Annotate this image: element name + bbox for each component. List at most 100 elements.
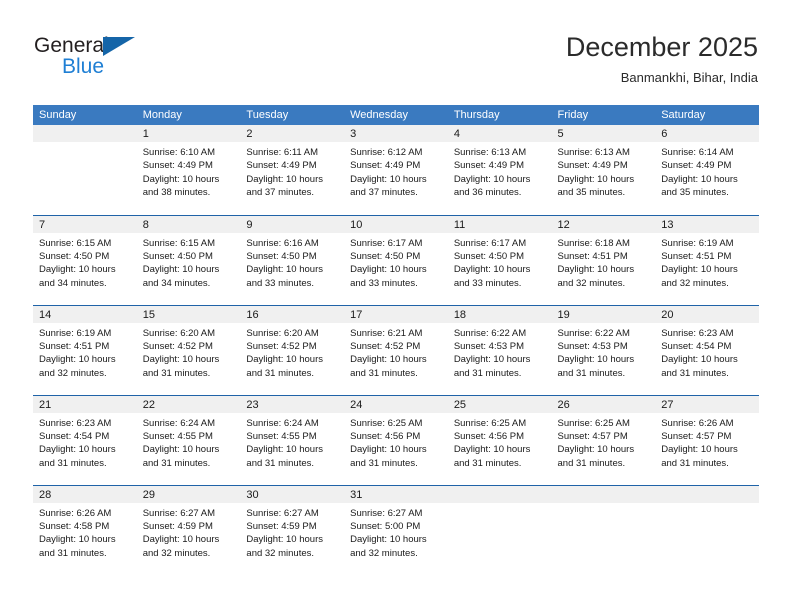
day-sun-info: Sunrise: 6:20 AM Sunset: 4:52 PM Daylight:… [137, 323, 241, 381]
weekday-header-saturday: Saturday [655, 105, 759, 125]
calendar-day-cell[interactable]: 21 Sunrise: 6:23 AM Sunset: 4:54 PM Dayligh… [33, 394, 137, 485]
calendar-day-cell[interactable]: 29 Sunrise: 6:27 AM Sunset: 4:59 PM Dayligh… [136, 484, 241, 575]
sunrise-text: Sunrise: 6:16 AM [246, 237, 319, 249]
daylight-text-line1: Daylight: 10 hours [453, 444, 531, 456]
calendar-day-cell[interactable]: 1 Sunrise: 6:10 AM Sunset: 4:49 PM Daylight… [136, 125, 241, 215]
day-sun-info: Sunrise: 6:27 AM Sunset: 5:00 PM Daylight:… [344, 503, 448, 561]
daylight-text-line2: and 31 minutes. [453, 367, 522, 379]
sunrise-text: Sunrise: 6:24 AM [142, 417, 216, 429]
calendar-week-row: 28 Sunrise: 6:26 AM Sunset: 4:58 PM Dayligh… [33, 484, 759, 575]
calendar-day-cell[interactable]: 14 Sunrise: 6:19 AM Sunset: 4:51 PM Dayligh… [33, 304, 137, 395]
day-number: 16 [240, 305, 345, 323]
weekday-header-row: Sunday Monday Tuesday Wednesday Thursday… [33, 105, 759, 125]
sunset-text: Sunset: 4:53 PM [453, 340, 525, 352]
sunset-text: Sunset: 4:50 PM [453, 250, 525, 262]
day-sun-info: Sunrise: 6:14 AM Sunset: 4:49 PM Daylight:… [655, 142, 759, 200]
sunrise-text: Sunrise: 6:13 AM [453, 147, 527, 158]
calendar-day-cell[interactable]: 25 Sunrise: 6:25 AM Sunset: 4:56 PM Dayligh… [447, 394, 552, 485]
day-sun-info: Sunrise: 6:17 AM Sunset: 4:50 PM Daylight:… [448, 233, 552, 291]
calendar-day-cell-empty [447, 484, 552, 575]
daylight-text-line1: Daylight: 10 hours [142, 173, 220, 185]
calendar-day-cell[interactable]: 17 Sunrise: 6:21 AM Sunset: 4:52 PM Dayligh… [344, 304, 448, 395]
day-number: 25 [447, 395, 552, 413]
sunset-text: Sunset: 4:52 PM [350, 340, 421, 352]
calendar-day-cell[interactable]: 11 Sunrise: 6:17 AM Sunset: 4:50 PM Dayligh… [447, 214, 552, 305]
day-number: 19 [551, 305, 656, 323]
day-sun-info: Sunrise: 6:22 AM Sunset: 4:53 PM Daylight:… [448, 323, 552, 381]
sunrise-text: Sunrise: 6:25 AM [350, 417, 423, 429]
calendar-day-cell[interactable]: 4 Sunrise: 6:13 AM Sunset: 4:49 PM Daylight… [447, 125, 552, 215]
sunset-text: Sunset: 4:49 PM [661, 160, 732, 172]
sunrise-text: Sunrise: 6:18 AM [557, 237, 630, 249]
sunrise-text: Sunrise: 6:23 AM [39, 417, 112, 429]
weekday-header-sunday: Sunday [33, 105, 137, 125]
calendar-day-cell[interactable]: 20 Sunrise: 6:23 AM Sunset: 4:54 PM Dayligh… [655, 304, 759, 395]
daylight-text-line1: Daylight: 10 hours [350, 173, 427, 185]
daylight-text-line1: Daylight: 10 hours [350, 264, 427, 276]
calendar-day-cell-empty [655, 484, 759, 575]
sunset-text: Sunset: 4:57 PM [557, 430, 628, 442]
day-number: 23 [240, 395, 345, 413]
sunrise-text: Sunrise: 6:19 AM [661, 237, 734, 249]
calendar-day-cell[interactable]: 15 Sunrise: 6:20 AM Sunset: 4:52 PM Dayligh… [136, 304, 241, 395]
calendar-day-cell[interactable]: 16 Sunrise: 6:20 AM Sunset: 4:52 PM Dayligh… [240, 304, 345, 395]
calendar-day-cell[interactable]: 24 Sunrise: 6:25 AM Sunset: 4:56 PM Dayligh… [344, 394, 448, 485]
calendar-day-cell[interactable]: 10 Sunrise: 6:17 AM Sunset: 4:50 PM Dayligh… [344, 214, 448, 305]
page-subtitle: Banmankhi, Bihar, India [620, 70, 758, 85]
calendar-day-cell[interactable]: 5 Sunrise: 6:13 AM Sunset: 4:49 PM Daylight… [551, 125, 656, 215]
calendar-day-cell[interactable]: 13 Sunrise: 6:19 AM Sunset: 4:51 PM Dayligh… [655, 214, 759, 305]
day-number: 12 [551, 215, 656, 233]
daylight-text-line2: and 31 minutes. [557, 457, 626, 469]
sunset-text: Sunset: 4:49 PM [142, 160, 213, 172]
daylight-text-line2: and 31 minutes. [246, 367, 315, 379]
daylight-text-line2: and 32 minutes. [557, 277, 626, 289]
calendar-day-cell[interactable]: 26 Sunrise: 6:25 AM Sunset: 4:57 PM Dayligh… [551, 394, 656, 485]
calendar-day-cell[interactable]: 2 Sunrise: 6:11 AM Sunset: 4:49 PM Daylight… [240, 125, 345, 215]
sunset-text: Sunset: 4:52 PM [142, 340, 213, 352]
daylight-text-line2: and 31 minutes. [557, 367, 626, 379]
calendar-day-cell[interactable]: 27 Sunrise: 6:26 AM Sunset: 4:57 PM Dayligh… [655, 394, 759, 485]
sunset-text: Sunset: 4:50 PM [142, 250, 213, 262]
calendar-day-cell[interactable]: 19 Sunrise: 6:22 AM Sunset: 4:53 PM Dayligh… [551, 304, 656, 395]
day-number [551, 485, 656, 503]
calendar-day-cell[interactable]: 6 Sunrise: 6:14 AM Sunset: 4:49 PM Daylight… [655, 125, 759, 215]
calendar-day-cell[interactable]: 12 Sunrise: 6:18 AM Sunset: 4:51 PM Dayligh… [551, 214, 656, 305]
day-number: 8 [136, 215, 241, 233]
daylight-text-line2: and 34 minutes. [39, 277, 107, 289]
title-block: December 2025 Banmankhi, Bihar, India [566, 30, 758, 88]
daylight-text-line2: and 36 minutes. [453, 187, 522, 199]
sunrise-text: Sunrise: 6:10 AM [142, 147, 216, 158]
day-number [33, 125, 137, 142]
calendar-day-cell[interactable]: 3 Sunrise: 6:12 AM Sunset: 4:49 PM Daylight… [344, 125, 448, 215]
day-number: 21 [33, 395, 137, 413]
calendar-week-row: 14 Sunrise: 6:19 AM Sunset: 4:51 PM Dayligh… [33, 304, 759, 395]
sunrise-text: Sunrise: 6:21 AM [350, 327, 423, 339]
calendar-day-cell[interactable]: 30 Sunrise: 6:27 AM Sunset: 4:59 PM Dayligh… [240, 484, 345, 575]
day-number [655, 485, 759, 503]
calendar-day-cell[interactable]: 31 Sunrise: 6:27 AM Sunset: 5:00 PM Dayligh… [344, 484, 448, 575]
day-sun-info: Sunrise: 6:19 AM Sunset: 4:51 PM Daylight:… [33, 323, 137, 381]
calendar-day-cell[interactable]: 9 Sunrise: 6:16 AM Sunset: 4:50 PM Daylight… [240, 214, 345, 305]
sunset-text: Sunset: 4:55 PM [246, 430, 317, 442]
daylight-text-line2: and 32 minutes. [142, 547, 211, 559]
calendar-day-cell[interactable]: 18 Sunrise: 6:22 AM Sunset: 4:53 PM Dayligh… [447, 304, 552, 395]
daylight-text-line1: Daylight: 10 hours [39, 444, 116, 456]
sunrise-text: Sunrise: 6:15 AM [39, 237, 112, 249]
calendar-day-cell[interactable]: 7 Sunrise: 6:15 AM Sunset: 4:50 PM Daylight… [33, 214, 137, 305]
calendar-day-cell[interactable]: 22 Sunrise: 6:24 AM Sunset: 4:55 PM Dayligh… [136, 394, 241, 485]
day-number: 13 [655, 215, 759, 233]
daylight-text-line1: Daylight: 10 hours [350, 354, 427, 366]
sunrise-text: Sunrise: 6:17 AM [350, 237, 423, 249]
calendar-day-cell[interactable]: 23 Sunrise: 6:24 AM Sunset: 4:55 PM Dayligh… [240, 394, 345, 485]
day-number: 30 [240, 485, 345, 503]
calendar-day-cell-empty [551, 484, 656, 575]
daylight-text-line2: and 31 minutes. [39, 547, 107, 559]
day-number: 6 [655, 125, 759, 142]
day-sun-info: Sunrise: 6:21 AM Sunset: 4:52 PM Daylight:… [344, 323, 448, 381]
calendar-day-cell[interactable]: 8 Sunrise: 6:15 AM Sunset: 4:50 PM Daylight… [136, 214, 241, 305]
daylight-text-line2: and 34 minutes. [142, 277, 211, 289]
day-number: 4 [447, 125, 552, 142]
calendar-day-cell[interactable]: 28 Sunrise: 6:26 AM Sunset: 4:58 PM Dayligh… [33, 484, 137, 575]
sunset-text: Sunset: 4:51 PM [39, 340, 110, 352]
sunrise-text: Sunrise: 6:13 AM [557, 147, 630, 158]
